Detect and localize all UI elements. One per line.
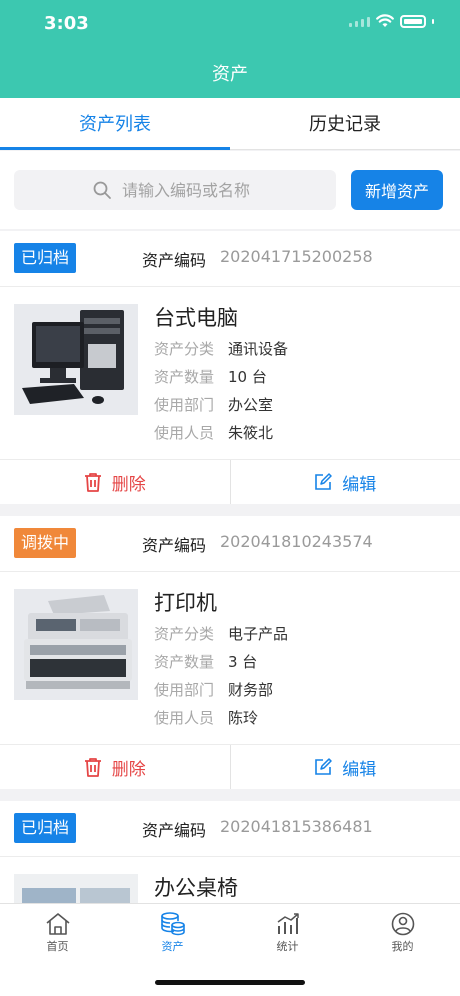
edit-button[interactable]: 编辑 [231, 745, 460, 789]
asset-card-header: 调拨中 资产编码 202041810243574 [0, 516, 460, 572]
asset-name: 打印机 [154, 591, 217, 615]
info-row-user: 使用人员 朱筱北 [154, 422, 273, 443]
edit-label: 编辑 [342, 474, 377, 495]
info-row-category: 资产分类 电子产品 [154, 623, 288, 644]
asset-card: 已归档 资产编码 202041715200258 台式电脑 资产分类 通讯设备 [0, 231, 460, 504]
department-label: 使用部门 [154, 681, 215, 699]
status-icons [349, 14, 434, 28]
search-input[interactable] [122, 170, 322, 210]
page-title: 资产 [212, 64, 248, 85]
user-value: 陈玲 [228, 709, 259, 727]
delete-label: 删除 [111, 759, 146, 780]
info-row-department: 使用部门 办公室 [154, 394, 273, 415]
asset-card-actions: 删除 编辑 [0, 745, 460, 789]
department-value: 办公室 [228, 396, 274, 414]
home-icon [45, 913, 70, 935]
edit-icon [315, 473, 332, 490]
edit-button[interactable]: 编辑 [231, 460, 460, 504]
asset-code-value: 202041810243574 [220, 532, 373, 551]
nav-profile-label: 我的 [391, 940, 414, 953]
nav-profile[interactable]: 我的 [345, 904, 460, 996]
asset-name: 台式电脑 [154, 306, 238, 330]
asset-card: 调拨中 资产编码 202041810243574 打印机 资产分类 电子产品 资… [0, 516, 460, 789]
asset-card-body[interactable]: 打印机 资产分类 电子产品 资产数量 3 台 使用部门 财务部 使用人员 陈玲 [0, 572, 460, 745]
info-row-category: 资产分类 通讯设备 [154, 338, 288, 359]
office-desk-image [14, 874, 138, 903]
department-label: 使用部门 [154, 396, 215, 414]
status-time: 3:03 [44, 13, 89, 34]
edit-label: 编辑 [342, 759, 377, 780]
asset-code-value: 202041715200258 [220, 247, 373, 266]
quantity-value: 10 台 [228, 368, 267, 386]
asset-card-body[interactable]: 办公桌椅 [0, 857, 460, 903]
asset-card-header: 已归档 资产编码 202041715200258 [0, 231, 460, 287]
info-row-user: 使用人员 陈玲 [154, 707, 258, 728]
nav-home[interactable]: 首页 [0, 904, 115, 996]
trash-icon [84, 473, 101, 492]
status-badge: 调拨中 [14, 528, 77, 558]
nav-statistics-label: 统计 [276, 940, 299, 953]
user-value: 朱筱北 [228, 424, 274, 442]
tab-asset-list[interactable]: 资产列表 [0, 98, 230, 150]
tab-history[interactable]: 历史记录 [230, 98, 460, 149]
desktop-computer-image [14, 304, 138, 415]
asset-card-header: 已归档 资产编码 202041815386481 [0, 801, 460, 857]
search-box[interactable] [14, 170, 336, 210]
trash-icon [84, 758, 101, 777]
tab-bar: 资产列表 历史记录 [0, 98, 460, 150]
category-label: 资产分类 [154, 340, 215, 358]
user-icon [391, 912, 414, 936]
status-badge: 已归档 [14, 243, 77, 273]
battery-tip [432, 18, 434, 24]
user-label: 使用人员 [154, 709, 215, 727]
coins-icon [160, 912, 185, 936]
asset-card: 已归档 资产编码 202041815386481 办公桌椅 [0, 801, 460, 903]
home-indicator [155, 980, 305, 985]
cellular-signal-icon [349, 15, 370, 27]
asset-code-label: 资产编码 [142, 251, 207, 270]
delete-label: 删除 [111, 474, 146, 495]
app-header: 3:03 资产 [0, 0, 460, 98]
wifi-icon [376, 14, 394, 27]
category-value: 通讯设备 [228, 340, 289, 358]
search-area: 新增资产 [0, 151, 460, 229]
delete-button[interactable]: 删除 [0, 745, 231, 789]
nav-home-label: 首页 [46, 940, 69, 953]
user-label: 使用人员 [154, 424, 215, 442]
add-asset-button[interactable]: 新增资产 [351, 170, 443, 210]
category-value: 电子产品 [228, 625, 289, 643]
info-row-department: 使用部门 财务部 [154, 679, 273, 700]
asset-card-body[interactable]: 台式电脑 资产分类 通讯设备 资产数量 10 台 使用部门 办公室 使用人员 朱… [0, 287, 460, 460]
asset-code-label: 资产编码 [142, 536, 207, 555]
delete-button[interactable]: 删除 [0, 460, 231, 504]
status-badge: 已归档 [14, 813, 77, 843]
battery-icon [400, 14, 426, 28]
quantity-label: 资产数量 [154, 653, 215, 671]
info-row-quantity: 资产数量 10 台 [154, 366, 267, 387]
info-row-quantity: 资产数量 3 台 [154, 651, 257, 672]
quantity-label: 资产数量 [154, 368, 215, 386]
asset-code-value: 202041815386481 [220, 817, 373, 836]
quantity-value: 3 台 [228, 653, 258, 671]
printer-image [14, 589, 138, 700]
chart-icon [277, 913, 299, 934]
asset-card-actions: 删除 编辑 [0, 460, 460, 504]
search-icon [93, 181, 111, 199]
nav-assets-label: 资产 [161, 940, 184, 953]
asset-name: 办公桌椅 [154, 876, 238, 900]
edit-icon [315, 758, 332, 775]
asset-code-label: 资产编码 [142, 821, 207, 840]
department-value: 财务部 [228, 681, 274, 699]
category-label: 资产分类 [154, 625, 215, 643]
